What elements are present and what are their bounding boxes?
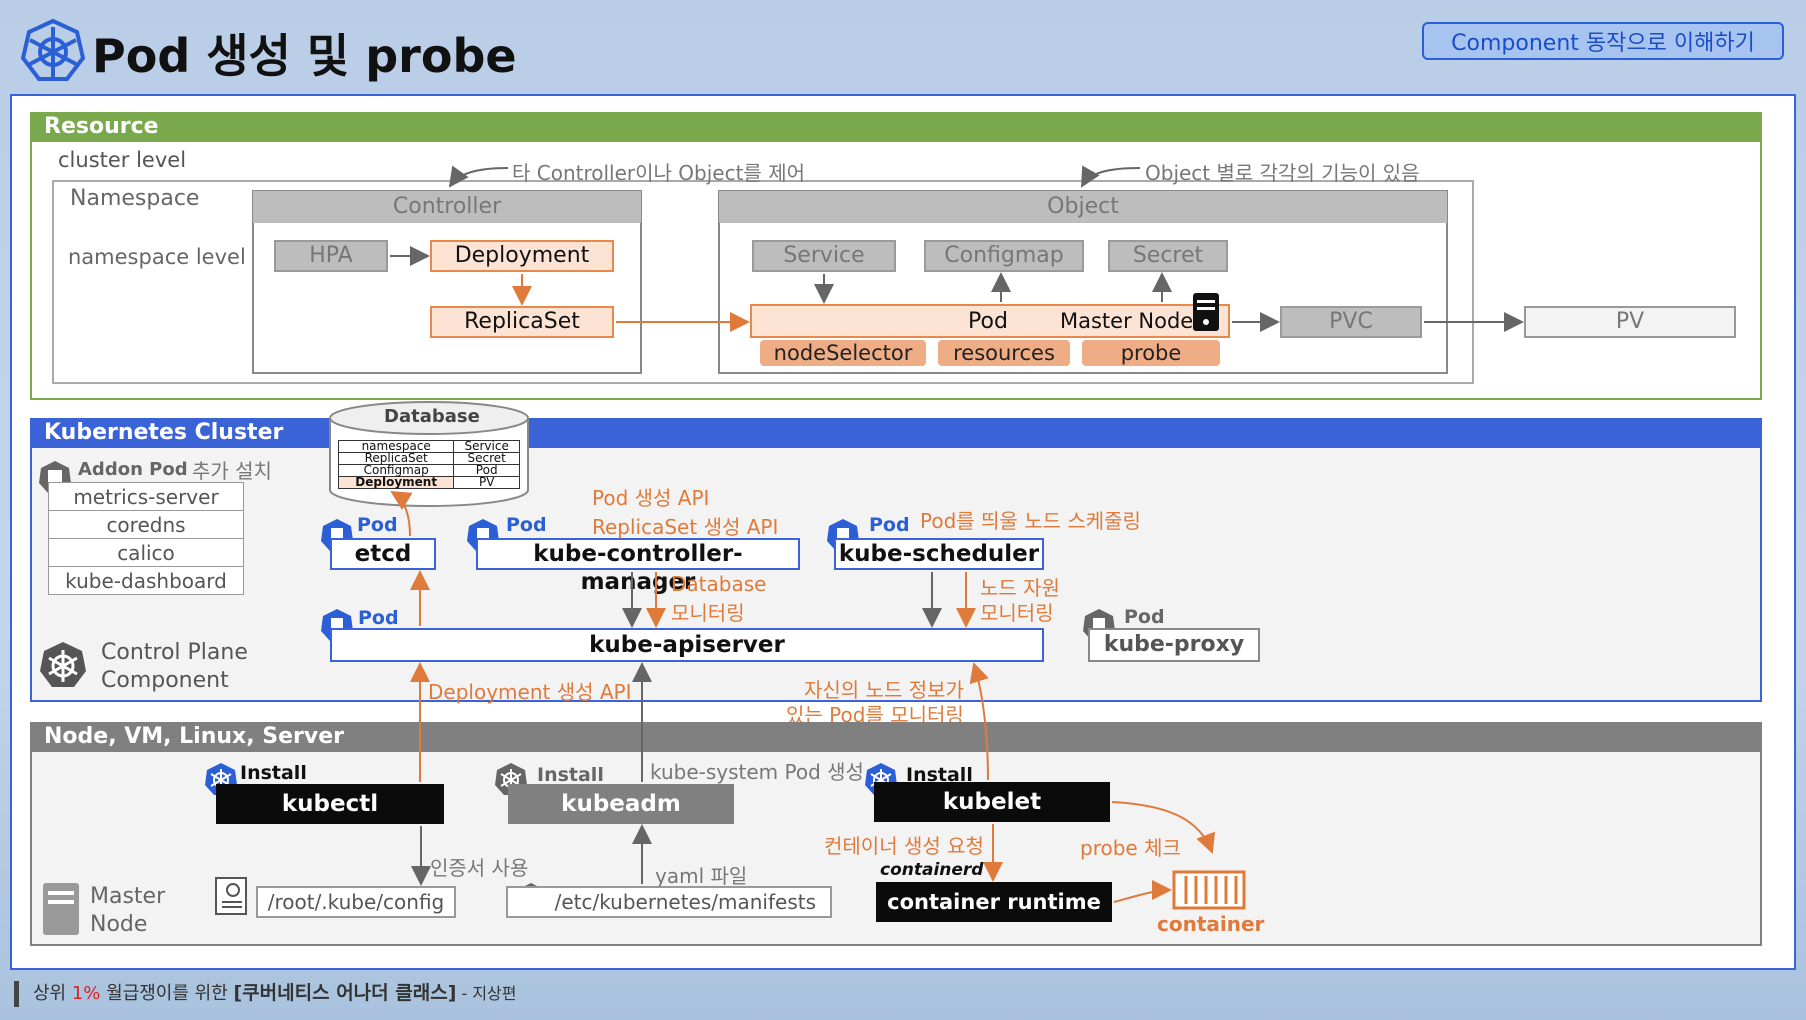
- configmap-box: Configmap: [924, 240, 1084, 272]
- footer-percent: 1%: [71, 983, 101, 1004]
- manifests-path: /etc/kubernetes/manifests: [506, 886, 832, 918]
- db-cell: PV: [453, 476, 520, 489]
- object-note: Object 별로 각각의 기능이 있음: [1145, 161, 1420, 185]
- master-node-label-1: Master: [90, 884, 166, 909]
- cert-note: 인증서 사용: [430, 856, 529, 880]
- footer-course: [쿠버네티스 어나더 클래스]: [233, 982, 457, 1004]
- pod-label: Pod: [968, 309, 1008, 334]
- master-node-label-2: Node: [90, 912, 148, 937]
- container-icon: [1172, 870, 1246, 910]
- container-request-note: 컨테이너 생성 요청: [824, 834, 984, 858]
- probe-pill: probe: [1082, 340, 1220, 366]
- kubeadm-install-label: Install: [537, 764, 604, 786]
- resources-pill: resources: [938, 340, 1070, 366]
- nodeselector-pill: nodeSelector: [760, 340, 926, 366]
- controller-note: 타 Controller이나 Object를 제어: [512, 161, 805, 185]
- kube-proxy-box: kube-proxy: [1088, 628, 1260, 662]
- apiserver-box: kube-apiserver: [330, 628, 1044, 662]
- proxy-pod-tag: Pod: [1124, 606, 1165, 628]
- addon-note: 추가 설치: [192, 459, 272, 483]
- resource-header: Resource: [30, 112, 1762, 142]
- apiserver-pod-tag: Pod: [358, 607, 399, 629]
- kubeadm-box: kubeadm: [508, 784, 734, 824]
- kube-system-note: kube-system Pod 생성: [650, 760, 864, 784]
- footer-middle: 월급쟁이를 위한: [100, 983, 234, 1004]
- yaml-note: yaml 파일: [655, 864, 748, 888]
- addon-item: coredns: [48, 510, 244, 539]
- container-label: container: [1157, 912, 1265, 936]
- kubectl-box: kubectl: [216, 784, 444, 824]
- schedule-note: Pod를 띄울 노드 스케줄링: [920, 509, 1141, 533]
- service-box: Service: [752, 240, 896, 272]
- control-plane-icon: [40, 642, 86, 687]
- object-header: Object: [719, 191, 1447, 223]
- controller-manager-box: kube-controller-manager: [476, 538, 800, 595]
- addon-item: metrics-server: [48, 482, 244, 511]
- footer-prefix: 상위: [33, 983, 72, 1004]
- probe-check-note: probe 체크: [1080, 836, 1181, 860]
- namespace-level-label: namespace level: [68, 245, 246, 269]
- server-icon: [1193, 293, 1219, 331]
- pod-create-api-note: Pod 생성 API: [592, 486, 710, 510]
- master-node-label: Master Node: [1060, 309, 1194, 333]
- etcd-box: etcd: [330, 538, 436, 570]
- addon-item: calico: [48, 538, 244, 567]
- master-node-server-icon: [43, 883, 79, 935]
- controller-manager-pod-tag: Pod: [506, 514, 547, 536]
- scheduler-box: kube-scheduler: [834, 538, 1044, 570]
- db-monitor-note-1: Database: [671, 572, 767, 596]
- addon-item: kube-dashboard: [48, 566, 244, 595]
- control-plane-label-2: Component: [101, 668, 229, 693]
- footer-bar: [14, 981, 19, 1007]
- db-monitor-note-2: 모니터링: [671, 601, 745, 625]
- node-header: Node, VM, Linux, Server: [30, 722, 1762, 752]
- cluster-level-label: cluster level: [58, 148, 187, 172]
- page-title: Pod 생성 및 probe: [92, 29, 517, 83]
- addon-list: metrics-server coredns calico kube-dashb…: [48, 482, 244, 595]
- replicaset-box: ReplicaSet: [430, 306, 614, 338]
- topic-badge: Component 동작으로 이해하기: [1422, 22, 1784, 60]
- replicaset-create-api-note: ReplicaSet 생성 API: [592, 515, 779, 539]
- container-runtime-box: container runtime: [876, 882, 1112, 922]
- namespace-label: Namespace: [70, 186, 200, 211]
- secret-box: Secret: [1108, 240, 1228, 272]
- etcd-pod-tag: Pod: [357, 514, 398, 536]
- footer-suffix: - 지상편: [456, 984, 517, 1003]
- kubernetes-logo-icon: [20, 18, 86, 81]
- kubelet-box: kubelet: [874, 782, 1110, 822]
- addon-pod-label: Addon Pod: [78, 459, 188, 480]
- db-cell-highlight: Deployment: [337, 476, 455, 489]
- control-plane-label-1: Control Plane: [101, 640, 248, 665]
- deployment-box: Deployment: [430, 240, 614, 272]
- containerd-logo: containerd: [880, 860, 984, 880]
- controller-header: Controller: [253, 191, 641, 223]
- cluster-header: Kubernetes Cluster: [30, 418, 1762, 448]
- certificate-icon: [215, 877, 247, 915]
- pvc-box: PVC: [1280, 306, 1422, 338]
- pv-box: PV: [1524, 306, 1736, 338]
- node-monitor-note-2: 모니터링: [980, 601, 1054, 625]
- database-table: namespace Service ReplicaSet Secret Config…: [337, 440, 520, 489]
- scheduler-pod-tag: Pod: [869, 514, 910, 536]
- footer-caption: 상위 1% 월급쟁이를 위한 [쿠버네티스 어나더 클래스] - 지상편: [14, 978, 517, 1007]
- deployment-api-note: Deployment 생성 API: [428, 680, 632, 704]
- hpa-box: HPA: [274, 240, 388, 272]
- kubectl-install-label: Install: [240, 762, 307, 784]
- kube-config-path: /root/.kube/config: [256, 886, 456, 918]
- database-title: Database: [384, 406, 480, 427]
